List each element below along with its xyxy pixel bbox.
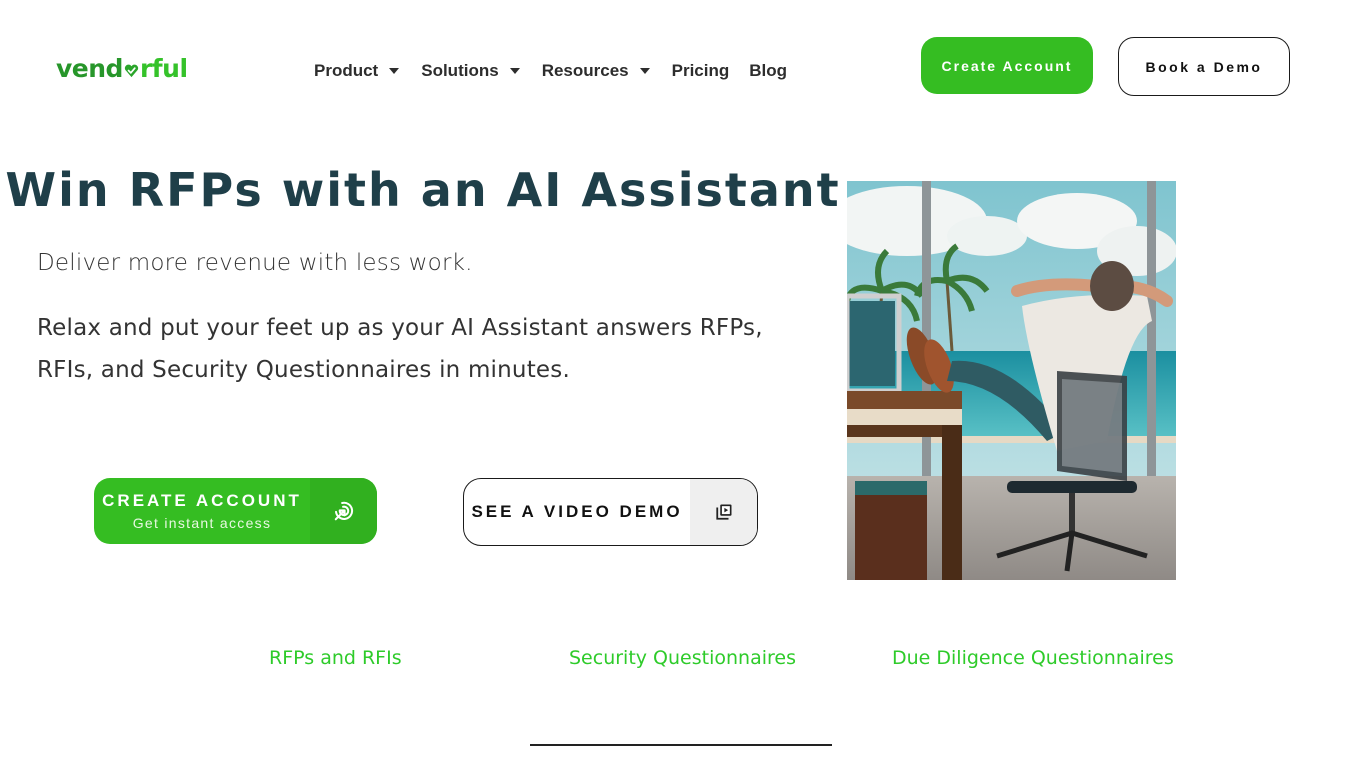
tab-rfps-and-rfis[interactable]: RFPs and RFIs [269,647,402,669]
cta-video-demo-button[interactable]: SEE A VIDEO DEMO [463,478,758,546]
active-tab-indicator [530,744,832,746]
nav-blog-label: Blog [749,61,788,80]
tab-security-questionnaires[interactable]: Security Questionnaires [569,647,796,669]
cta-create-text: CREATE ACCOUNT Get instant access [94,478,310,544]
nav-blog[interactable]: Blog [749,61,787,81]
vendorful-logo[interactable]: vend rful [56,54,188,83]
logo-text-part2: rful [139,54,188,83]
cta-video-label: SEE A VIDEO DEMO [471,502,683,521]
nav-pricing-label: Pricing [671,61,730,80]
nav-pricing[interactable]: Pricing [672,61,730,81]
video-library-icon [715,504,731,520]
hero-body-text: Relax and put your feet up as your AI As… [37,315,763,383]
cta-create-title: CREATE ACCOUNT [102,491,302,510]
heart-check-icon [124,64,139,78]
target-click-icon [334,501,353,521]
logo-text-part1: vend [56,54,123,83]
cta-create-subtitle: Get instant access [132,515,272,531]
nav-product[interactable]: Product [314,61,400,81]
nav-resources-label: Resources [541,61,629,80]
hero-title: Win RFPs with an AI Assistant [5,163,841,217]
tab-due-diligence-questionnaires[interactable]: Due Diligence Questionnaires [892,647,1174,669]
hero-image [847,181,1176,580]
nav-solutions[interactable]: Solutions [421,61,520,81]
caret-down-icon [509,68,520,74]
cta-create-icon-area [310,478,377,544]
nav-product-label: Product [314,61,379,80]
cta-create-account-button[interactable]: CREATE ACCOUNT Get instant access [94,478,377,544]
create-account-button[interactable]: Create Account [921,37,1093,94]
nav-resources[interactable]: Resources [542,61,650,81]
relaxing-man-illustration [847,181,1176,580]
caret-down-icon [639,68,650,74]
main-nav: Product Solutions Resources Pricing Blog [314,61,807,81]
hero-subtitle: Deliver more revenue with less work. [37,250,473,276]
nav-solutions-label: Solutions [421,61,499,80]
book-demo-button[interactable]: Book a Demo [1118,37,1290,96]
cta-video-icon-area [690,479,757,545]
caret-down-icon [389,68,400,74]
